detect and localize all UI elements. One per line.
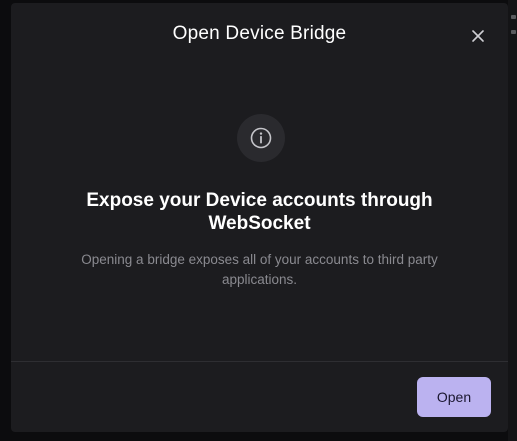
background-page-edge — [508, 0, 517, 441]
dialog-headline: Expose your Device accounts through WebS… — [86, 190, 433, 234]
info-icon — [250, 127, 272, 149]
open-device-bridge-dialog: Open Device Bridge Expose your Device ac… — [11, 3, 508, 432]
close-icon — [472, 30, 484, 42]
background-text-fragment — [511, 15, 516, 19]
background-text-fragment — [511, 30, 516, 34]
info-badge — [237, 114, 285, 162]
dialog-description: Opening a bridge exposes all of your acc… — [81, 252, 438, 287]
close-button[interactable] — [467, 25, 489, 47]
dialog-title: Open Device Bridge — [172, 23, 347, 44]
footer-divider — [11, 361, 508, 362]
open-button[interactable]: Open — [417, 377, 491, 417]
